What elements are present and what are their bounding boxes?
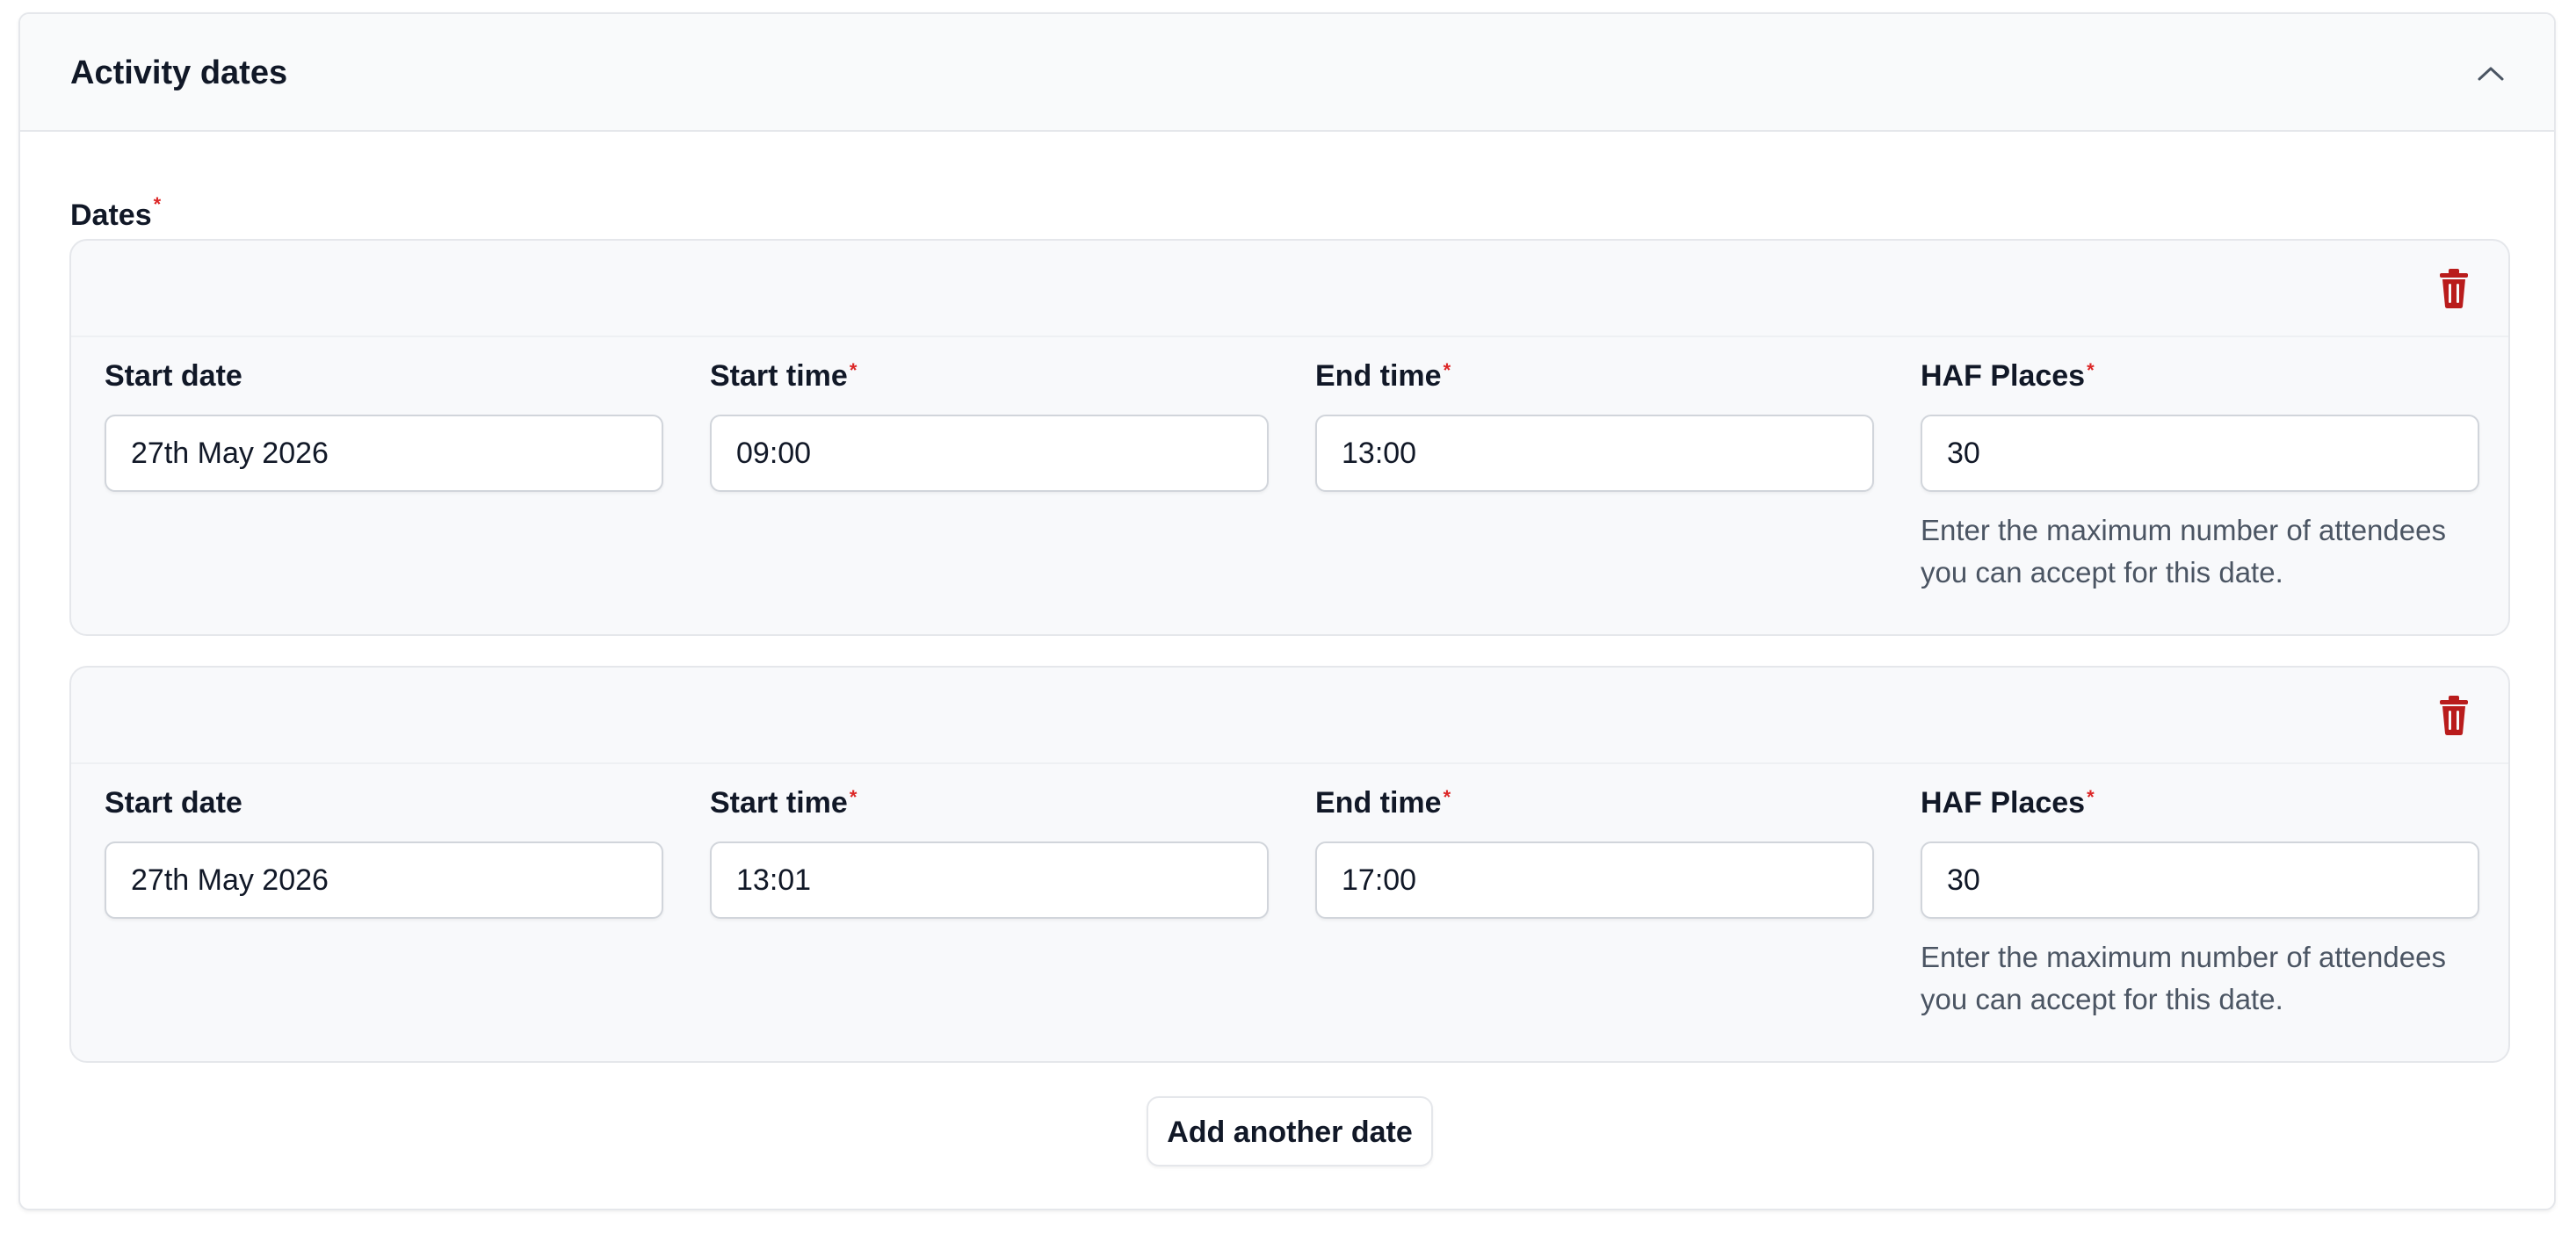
haf-places-label: HAF Places* xyxy=(1921,784,2479,822)
date-card-header xyxy=(71,241,2508,337)
start-date-field: Start date 27th May 2026 xyxy=(105,357,663,492)
dates-label: Dates* xyxy=(70,193,161,233)
date-card: Start date 27th May 2026 Start time* 09:… xyxy=(69,239,2510,636)
haf-places-input[interactable]: 30 xyxy=(1921,841,2479,919)
trash-icon[interactable] xyxy=(2435,694,2473,736)
end-time-field: End time* 17:00 xyxy=(1315,784,1874,919)
start-date-input[interactable]: 27th May 2026 xyxy=(105,841,663,919)
haf-places-field: HAF Places* 30 Enter the maximum number … xyxy=(1921,357,2479,594)
start-time-label-text: Start time xyxy=(710,359,848,393)
start-date-field: Start date 27th May 2026 xyxy=(105,784,663,919)
required-marker: * xyxy=(1443,786,1451,808)
start-time-input[interactable]: 13:01 xyxy=(710,841,1269,919)
end-time-input[interactable]: 17:00 xyxy=(1315,841,1874,919)
activity-dates-section: Activity dates Dates* Start date 27th Ma… xyxy=(18,12,2556,1210)
required-marker: * xyxy=(849,786,857,808)
haf-places-label-text: HAF Places xyxy=(1921,359,2086,393)
required-marker: * xyxy=(153,193,162,215)
required-marker: * xyxy=(2087,359,2095,381)
section-title: Activity dates xyxy=(70,54,288,91)
date-card-header xyxy=(71,668,2508,764)
end-time-label: End time* xyxy=(1315,357,1874,395)
haf-places-input[interactable]: 30 xyxy=(1921,415,2479,492)
start-time-input[interactable]: 09:00 xyxy=(710,415,1269,492)
start-time-label: Start time* xyxy=(710,784,1269,822)
start-time-label: Start time* xyxy=(710,357,1269,395)
end-time-label: End time* xyxy=(1315,784,1874,822)
section-header[interactable]: Activity dates xyxy=(20,14,2554,132)
end-time-field: End time* 13:00 xyxy=(1315,357,1874,492)
start-date-label: Start date xyxy=(105,786,242,820)
trash-icon[interactable] xyxy=(2435,267,2473,309)
start-time-label-text: Start time xyxy=(710,786,848,820)
dates-label-text: Dates xyxy=(70,199,152,232)
haf-places-hint: Enter the maximum number of attendees yo… xyxy=(1921,514,2446,589)
haf-places-label-text: HAF Places xyxy=(1921,786,2086,820)
haf-places-label: HAF Places* xyxy=(1921,357,2479,395)
chevron-up-icon[interactable] xyxy=(2475,60,2507,86)
haf-places-hint: Enter the maximum number of attendees yo… xyxy=(1921,941,2446,1015)
start-time-field: Start time* 09:00 xyxy=(710,357,1269,492)
start-time-field: Start time* 13:01 xyxy=(710,784,1269,919)
required-marker: * xyxy=(1443,359,1451,381)
end-time-label-text: End time xyxy=(1315,786,1442,820)
end-time-label-text: End time xyxy=(1315,359,1442,393)
start-date-label: Start date xyxy=(105,359,242,393)
end-time-input[interactable]: 13:00 xyxy=(1315,415,1874,492)
add-another-date-button[interactable]: Add another date xyxy=(1147,1096,1433,1166)
start-date-input[interactable]: 27th May 2026 xyxy=(105,415,663,492)
required-marker: * xyxy=(849,359,857,381)
haf-places-field: HAF Places* 30 Enter the maximum number … xyxy=(1921,784,2479,1021)
date-card: Start date 27th May 2026 Start time* 13:… xyxy=(69,666,2510,1063)
required-marker: * xyxy=(2087,786,2095,808)
